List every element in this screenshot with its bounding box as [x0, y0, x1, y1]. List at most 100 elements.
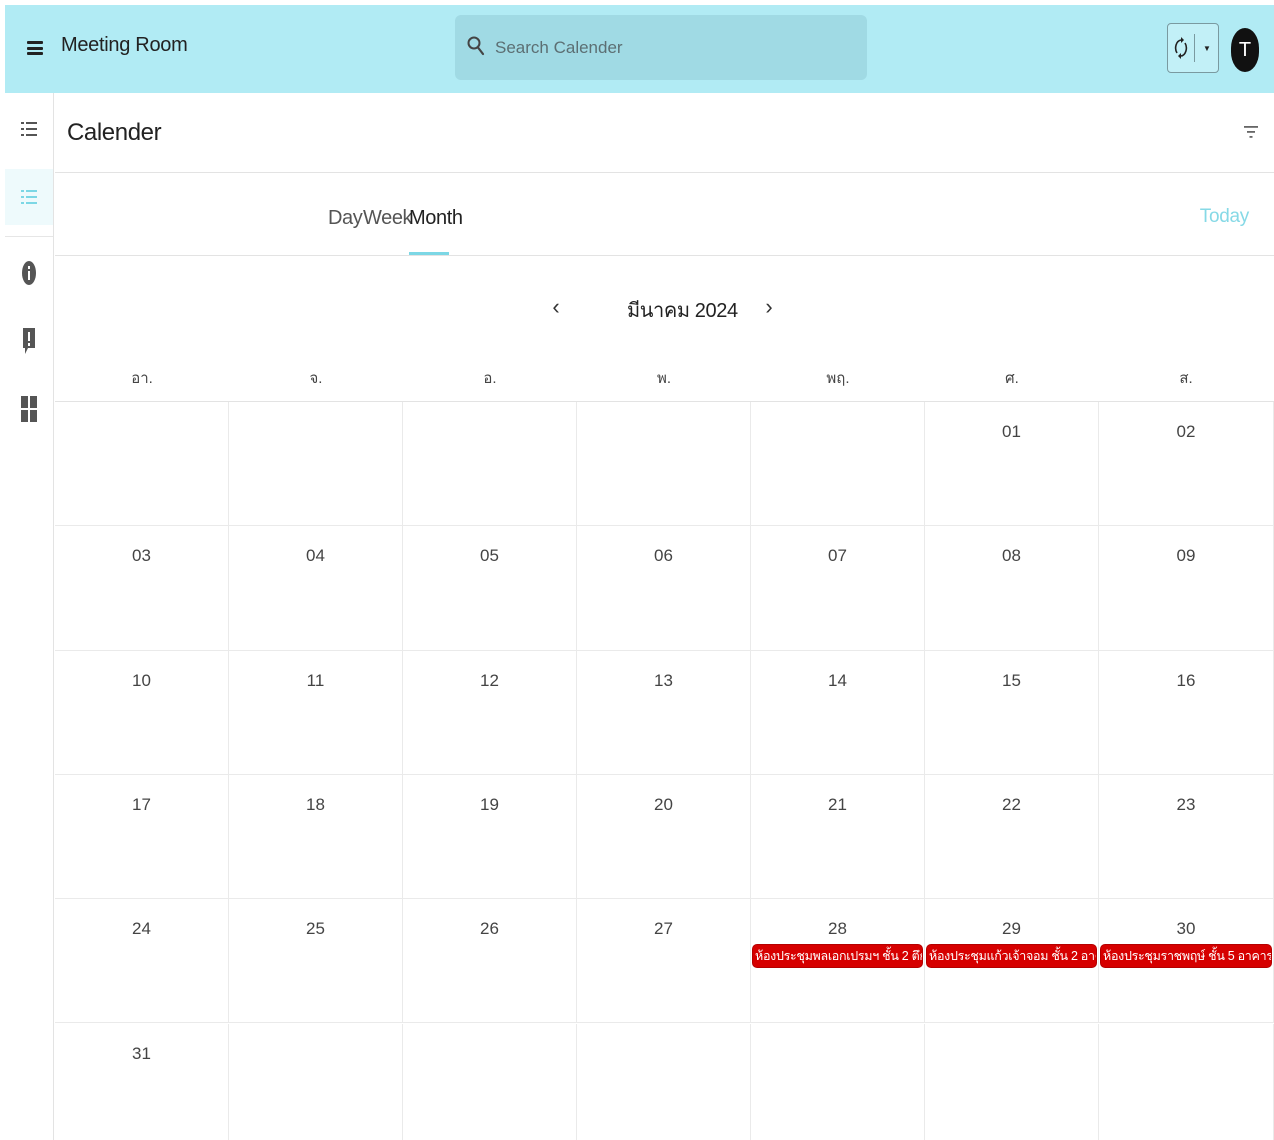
calendar-day-cell[interactable]: 22 [925, 774, 1099, 900]
calendar-day-cell[interactable]: 26 [403, 899, 577, 1024]
calendar-day-cell[interactable] [925, 1023, 1099, 1140]
calendar-day-cell[interactable]: 15 [925, 650, 1099, 775]
day-number: 04 [306, 546, 325, 566]
event-chip[interactable]: ห้องประชุมราชพฤษ์ ชั้น 5 อาคารสุรนารี [1100, 944, 1272, 969]
day-number: 16 [1176, 670, 1196, 690]
calendar-day-cell[interactable]: 14 [751, 650, 925, 775]
calendar-day-cell[interactable]: 10 [55, 650, 229, 775]
calendar-day-cell[interactable]: 20 [577, 774, 751, 900]
calendar-day-cell[interactable]: 09 [1099, 526, 1274, 651]
calendar-day-cell[interactable]: 21 [751, 774, 925, 900]
calendar-day-cell[interactable]: 28 ห้องประชุมพลเอกเปรมฯ ชั้น 2 ตึกผู้สูงอ… [751, 899, 925, 1024]
day-number: 09 [1176, 546, 1196, 566]
day-number: 18 [306, 794, 325, 814]
weekday-label: อา. [131, 370, 153, 387]
day-number: 29 [1002, 919, 1021, 939]
calendar-day-cell[interactable]: 18 [229, 774, 403, 900]
page-header: Calender [55, 93, 1274, 173]
day-number: 13 [654, 670, 673, 690]
day-number: 19 [480, 794, 499, 814]
avatar[interactable]: T [1231, 28, 1259, 72]
calendar-day-cell[interactable]: 31 [55, 1023, 229, 1140]
weekday-label: จ. [309, 370, 323, 387]
sidebar-item-list[interactable] [5, 101, 53, 157]
calendar-day-cell[interactable] [55, 402, 229, 527]
calendar-day-cell[interactable]: 06 [577, 526, 751, 651]
page-title: Calender [67, 119, 162, 146]
calendar-day-cell[interactable] [751, 1023, 925, 1140]
sync-button[interactable] [1168, 24, 1194, 72]
next-month-button[interactable]: › [759, 294, 779, 320]
calendar-day-cell[interactable]: 13 [577, 650, 751, 775]
weekday-label: พฤ. [826, 370, 850, 387]
sidebar-item-calendar-list[interactable] [5, 169, 53, 225]
calendar-day-cell[interactable]: 04 [229, 526, 403, 651]
calendar-day-cell[interactable]: 24 [55, 899, 229, 1024]
calendar-day-cell[interactable]: 30 ห้องประชุมราชพฤษ์ ชั้น 5 อาคารสุรนารี [1099, 899, 1274, 1024]
calendar-day-cell[interactable]: 07 [751, 526, 925, 651]
day-number: 21 [828, 794, 847, 814]
weekday-label: ศ. [1005, 370, 1019, 387]
weekday-label: ส. [1179, 370, 1193, 387]
hamburger-menu-icon[interactable] [27, 41, 43, 55]
sync-button-group: ▼ [1167, 23, 1219, 73]
month-label: มีนาคม 2024 [627, 300, 738, 322]
calendar-day-cell[interactable]: 03 [55, 526, 229, 651]
calendar-day-cell[interactable]: 17 [55, 774, 229, 900]
tab-month[interactable]: Month [409, 207, 463, 230]
calendar-day-cell[interactable]: 16 [1099, 650, 1274, 775]
calendar-day-cell[interactable]: 29 ห้องประชุมแก้วเจ้าจอม ชั้น 2 อาคารสุรน… [925, 899, 1099, 1024]
today-button[interactable]: Today [1200, 206, 1250, 228]
day-number: 10 [132, 670, 151, 690]
filter-icon[interactable] [1244, 126, 1258, 138]
day-number: 31 [132, 1043, 151, 1063]
calendar-day-cell[interactable]: 19 [403, 774, 577, 900]
day-number: 27 [654, 919, 673, 939]
calendar-day-cell[interactable]: 27 [577, 899, 751, 1024]
feedback-icon [23, 328, 35, 354]
calendar-day-cell[interactable] [577, 1023, 751, 1140]
sidebar [5, 93, 54, 1140]
day-number: 24 [132, 919, 151, 939]
sidebar-item-info[interactable] [5, 245, 53, 301]
day-number: 30 [1176, 919, 1196, 939]
calendar-day-cell[interactable]: 11 [229, 650, 403, 775]
calendar-day-cell[interactable] [229, 402, 403, 527]
month-navigation: ‹ มีนาคม 2024 › [55, 256, 1274, 356]
calendar-day-cell[interactable]: 08 [925, 526, 1099, 651]
day-number: 02 [1176, 422, 1196, 441]
app-title: Meeting Room [61, 34, 188, 56]
day-number: 26 [480, 919, 499, 939]
calendar-day-cell[interactable]: 23 [1099, 774, 1274, 900]
calendar-day-cell[interactable] [403, 402, 577, 527]
day-number: 28 [828, 919, 847, 939]
tab-week[interactable]: Week [363, 207, 413, 230]
tab-day[interactable]: Day [328, 207, 363, 230]
sync-dropdown-button[interactable]: ▼ [1195, 24, 1219, 72]
calendar-day-cell[interactable] [229, 1023, 403, 1140]
calendar-day-cell[interactable] [751, 402, 925, 527]
sidebar-item-dashboard[interactable] [5, 381, 53, 437]
search-box[interactable] [455, 15, 867, 80]
day-number: 14 [828, 670, 847, 690]
event-chip[interactable]: ห้องประชุมพลเอกเปรมฯ ชั้น 2 ตึกผู้สูงอาย… [752, 944, 923, 969]
calendar-day-cell[interactable]: 25 [229, 899, 403, 1024]
search-icon [467, 36, 485, 56]
top-app-bar: Meeting Room ▼ T [5, 5, 1274, 93]
day-number: 11 [306, 670, 325, 690]
weekday-header-row: อา. จ. อ. พ. พฤ. ศ. ส. [55, 356, 1274, 402]
day-number: 17 [132, 794, 151, 814]
calendar-day-cell[interactable]: 05 [403, 526, 577, 651]
event-chip[interactable]: ห้องประชุมแก้วเจ้าจอม ชั้น 2 อาคารสุรนาร… [926, 944, 1097, 969]
calendar-day-cell[interactable]: 01 [925, 402, 1099, 527]
day-number: 01 [1002, 422, 1021, 441]
calendar-day-cell[interactable] [577, 402, 751, 527]
prev-month-button[interactable]: ‹ [546, 294, 566, 320]
calendar-day-cell[interactable]: 12 [403, 650, 577, 775]
sync-icon [1174, 37, 1188, 59]
calendar-day-cell[interactable] [1099, 1023, 1274, 1140]
search-input[interactable] [495, 35, 855, 61]
sidebar-item-feedback[interactable] [5, 313, 53, 369]
calendar-day-cell[interactable] [403, 1023, 577, 1140]
calendar-day-cell[interactable]: 02 [1099, 402, 1274, 527]
